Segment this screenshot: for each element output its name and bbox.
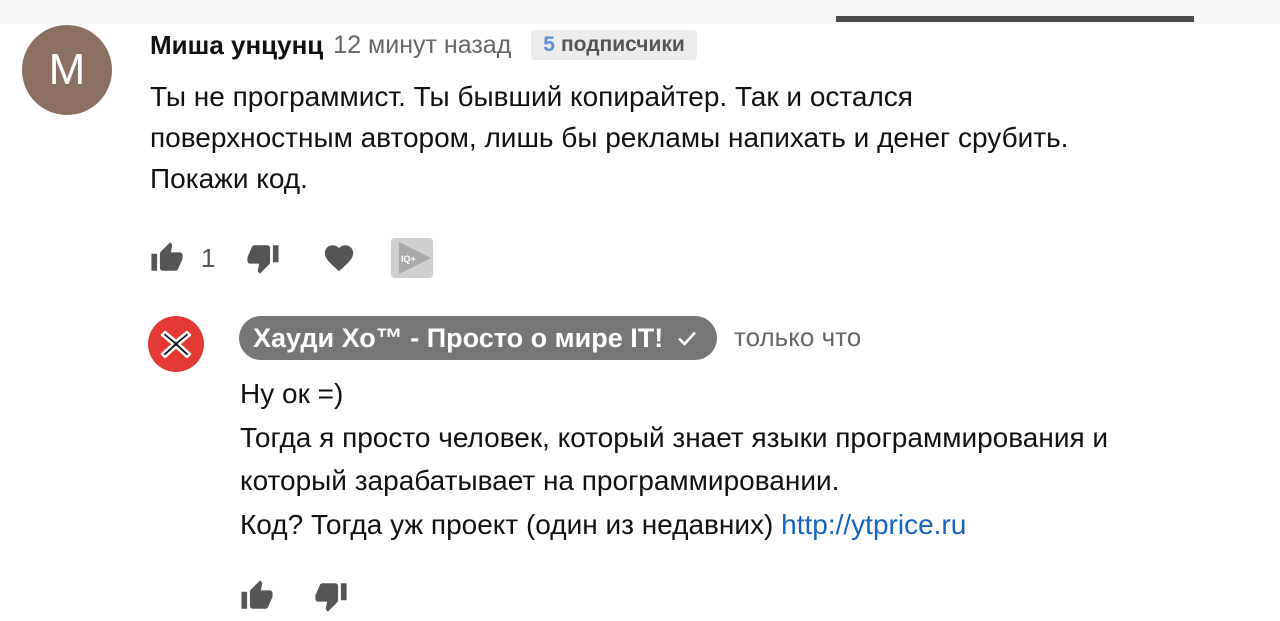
verified-check-icon bbox=[675, 326, 699, 350]
heart-button[interactable] bbox=[321, 240, 357, 276]
comment-text-line: Покажи код. bbox=[150, 163, 308, 194]
subscriber-badge: 5 подписчики bbox=[531, 30, 697, 60]
reply-link[interactable]: http://ytprice.ru bbox=[781, 509, 966, 540]
subscriber-label: подписчики bbox=[560, 33, 685, 56]
reply-time[interactable]: только что bbox=[734, 322, 861, 353]
top-strip bbox=[0, 0, 1280, 24]
comment-author[interactable]: Миша унцунц bbox=[150, 30, 323, 61]
reply-text-line: Код? Тогда уж проект (один из недавних) … bbox=[240, 503, 1270, 547]
reply-text-line: Тогда я просто человек, который знает яз… bbox=[240, 421, 1109, 453]
comment-text: Ты не программист. Ты бывший копирайтер.… bbox=[150, 76, 1260, 199]
channel-name: Хауди Хо™ - Просто о мире IT! bbox=[253, 322, 664, 353]
reply-text-line: Ну ок =) bbox=[240, 378, 344, 409]
like-button[interactable] bbox=[149, 240, 185, 276]
thumb-up-icon bbox=[151, 242, 183, 271]
reply-actions bbox=[239, 576, 349, 616]
reply-dislike-button[interactable] bbox=[313, 578, 349, 614]
channel-name-badge[interactable]: Хауди Хо™ - Просто о мире IT! bbox=[239, 316, 718, 360]
thumb-down-icon bbox=[315, 583, 347, 612]
iq-plus-label: IQ+ bbox=[401, 254, 416, 264]
channel-avatar[interactable] bbox=[148, 316, 204, 372]
like-count: 1 bbox=[201, 242, 216, 273]
thumb-up-icon bbox=[241, 580, 273, 609]
comment-time[interactable]: 12 минут назад bbox=[333, 31, 511, 60]
reply-like-button[interactable] bbox=[239, 578, 275, 614]
avatar[interactable]: M bbox=[22, 25, 112, 115]
reply-text-line: который зарабатывает на программировании… bbox=[240, 465, 840, 496]
iq-plus-button[interactable]: IQ+ bbox=[391, 238, 434, 278]
scroll-indicator[interactable] bbox=[836, 16, 1194, 22]
comment-text-line: Ты не программист. Ты бывший копирайтер.… bbox=[150, 81, 913, 112]
comment-header: Миша унцунц 12 минут назад 5 подписчики bbox=[150, 28, 697, 62]
heart-icon bbox=[325, 245, 354, 272]
channel-logo-icon bbox=[160, 330, 192, 359]
reply-text-last: Код? Тогда уж проект (один из недавних) bbox=[240, 508, 782, 540]
comment-actions: 1 IQ+ bbox=[149, 236, 434, 280]
dislike-button[interactable] bbox=[245, 240, 281, 276]
reply-text: Ну ок =) Тогда я просто человек, который… bbox=[240, 372, 1270, 546]
thumb-down-icon bbox=[247, 245, 280, 274]
comment-text-line: поверхностным автором, лишь бы рекламы н… bbox=[150, 122, 1069, 153]
subscriber-count: 5 bbox=[543, 33, 555, 56]
iq-plus-icon: IQ+ bbox=[391, 238, 434, 278]
